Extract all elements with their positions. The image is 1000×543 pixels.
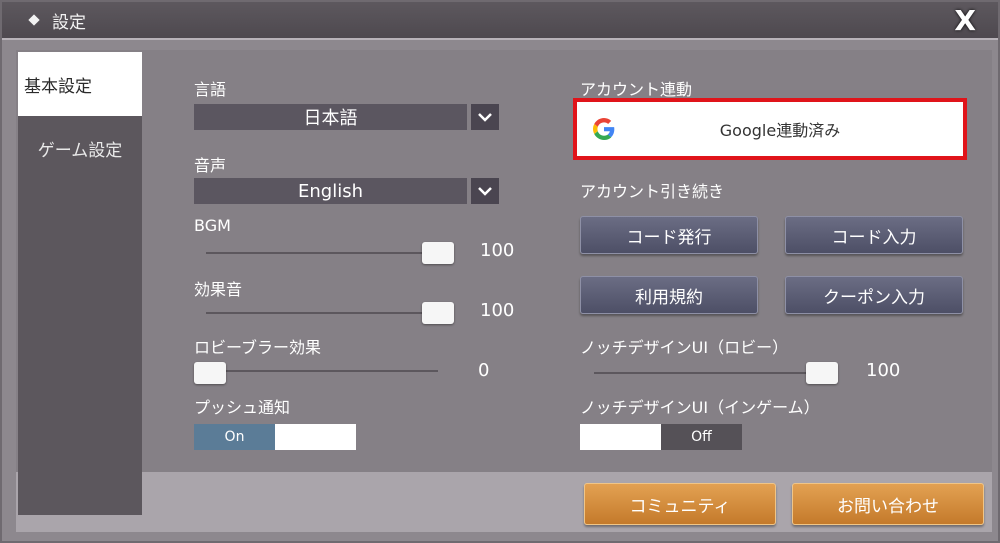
- notch-lobby-label: ノッチデザインUI（ロビー）: [580, 338, 789, 357]
- voice-label: 音声: [194, 156, 227, 175]
- code-input-button[interactable]: コード入力: [785, 216, 963, 254]
- notch-lobby-slider-track[interactable]: [594, 372, 824, 374]
- tab-basic-settings[interactable]: 基本設定: [18, 52, 142, 116]
- chevron-down-icon[interactable]: [471, 178, 499, 204]
- push-toggle[interactable]: On: [194, 424, 356, 450]
- language-dropdown[interactable]: 日本語: [194, 104, 499, 130]
- notch-ingame-toggle-on[interactable]: [580, 424, 661, 450]
- sfx-slider-track[interactable]: [206, 312, 454, 314]
- account-link-label: アカウント連動: [580, 80, 693, 99]
- push-label: プッシュ通知: [194, 398, 291, 417]
- settings-dialog: 設定 X 基本設定 ゲーム設定 言語 日本語 音声 English BGM 10…: [0, 0, 1000, 543]
- close-button[interactable]: X: [954, 6, 976, 36]
- account-transfer-label: アカウント引き続き: [580, 182, 725, 201]
- bgm-value: 100: [480, 240, 515, 261]
- lobby-blur-slider-track[interactable]: [206, 370, 438, 372]
- notch-ingame-label: ノッチデザインUI（インゲーム）: [580, 398, 820, 417]
- voice-value: English: [194, 178, 467, 204]
- sidebar: 基本設定 ゲーム設定: [18, 52, 142, 515]
- bgm-label: BGM: [194, 216, 231, 235]
- notch-lobby-slider-thumb[interactable]: [806, 362, 838, 384]
- language-label: 言語: [194, 80, 227, 99]
- google-icon: [593, 118, 615, 140]
- google-link-button[interactable]: Google連動済み: [573, 98, 967, 160]
- lobby-blur-value: 0: [478, 360, 490, 381]
- diamond-icon: [28, 14, 40, 26]
- title-bar: 設定 X: [2, 2, 998, 40]
- terms-button[interactable]: 利用規約: [580, 276, 758, 314]
- notch-ingame-toggle[interactable]: Off: [580, 424, 742, 450]
- settings-content: 基本設定 ゲーム設定 言語 日本語 音声 English BGM 100 効果音…: [16, 50, 992, 532]
- notch-lobby-value: 100: [866, 360, 901, 381]
- notch-ingame-toggle-off[interactable]: Off: [661, 424, 742, 450]
- tab-game-settings[interactable]: ゲーム設定: [18, 116, 142, 180]
- voice-dropdown[interactable]: English: [194, 178, 499, 204]
- dialog-title: 設定: [52, 12, 86, 33]
- bgm-slider-track[interactable]: [206, 252, 454, 254]
- push-toggle-on[interactable]: On: [194, 424, 275, 450]
- coupon-button[interactable]: クーポン入力: [785, 276, 963, 314]
- chevron-down-icon[interactable]: [471, 104, 499, 130]
- lobby-blur-label: ロビーブラー効果: [194, 338, 322, 357]
- bgm-slider-thumb[interactable]: [422, 242, 454, 264]
- code-issue-button[interactable]: コード発行: [580, 216, 758, 254]
- community-button[interactable]: コミュニティ: [584, 483, 776, 525]
- push-toggle-off[interactable]: [275, 424, 356, 450]
- sfx-label: 効果音: [194, 280, 243, 299]
- sfx-slider-thumb[interactable]: [422, 302, 454, 324]
- language-value: 日本語: [194, 104, 467, 130]
- sfx-value: 100: [480, 300, 515, 321]
- google-link-text: Google連動済み: [719, 121, 841, 140]
- lobby-blur-slider-thumb[interactable]: [194, 362, 226, 384]
- contact-button[interactable]: お問い合わせ: [792, 483, 984, 525]
